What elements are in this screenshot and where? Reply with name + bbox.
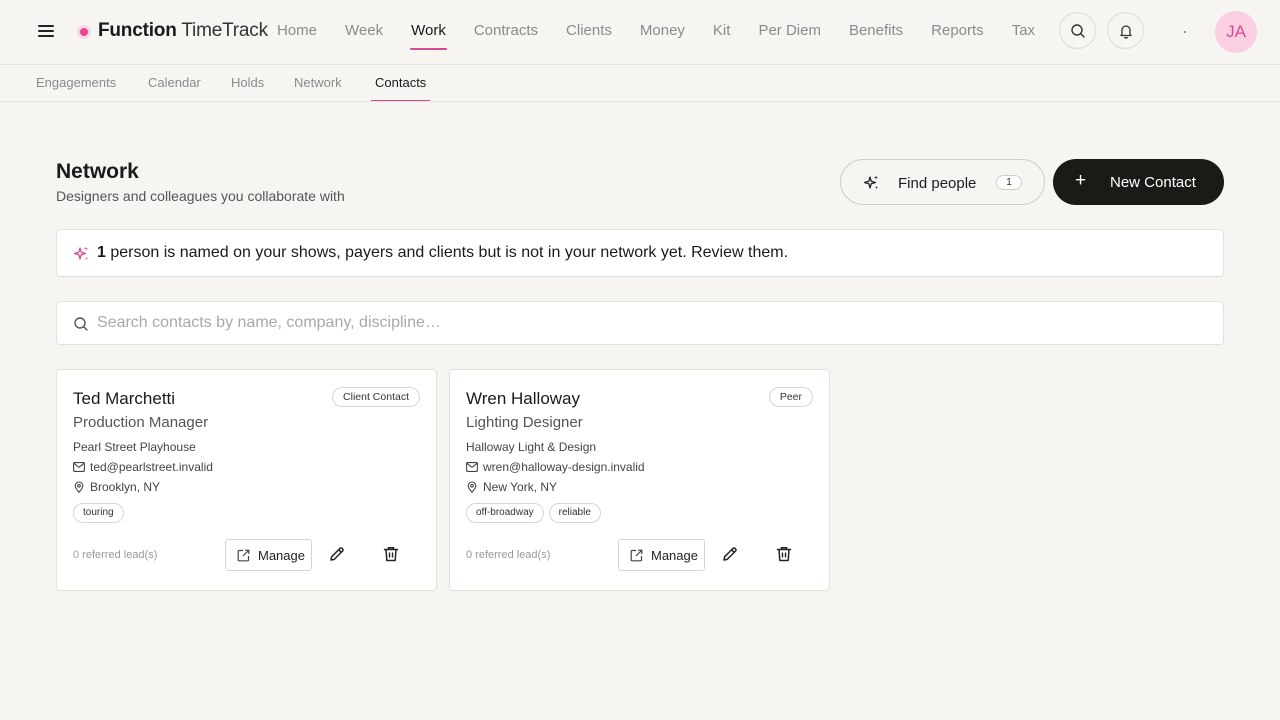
contact-company: Halloway Light & Design [466,440,597,454]
avatar[interactable]: JA [1215,11,1257,53]
banner-text: 1 person is named on your shows, payers … [97,244,788,262]
page-title: Network [56,160,139,183]
plus-icon: + [1075,170,1087,191]
brand-name-bold: Function [98,20,177,41]
nav-item-tax[interactable]: Tax [1012,22,1035,64]
trash-icon [776,547,792,562]
search-icon [74,317,88,331]
contact-type-badge: Peer [768,387,813,407]
contact-tag: reliable [548,503,601,523]
contact-location: Brooklyn, NY [90,480,161,494]
nav-item-week[interactable]: Week [345,22,383,64]
contact-type-badge: Client Contact [332,387,420,407]
banner-count: 1 [97,244,106,261]
nav-item-home[interactable]: Home [277,22,317,64]
find-people-label: Find people [898,175,977,192]
page-subtitle: Designers and colleagues you collaborate… [56,188,345,204]
contact-card[interactable]: Ted Marchetti Production Manager Client Co… [56,369,437,591]
contact-location-row: Brooklyn, NY [73,480,160,494]
trash-icon [383,547,399,562]
app-brand[interactable]: Function TimeTrack [98,20,268,42]
find-people-button[interactable]: Find people 1 [840,159,1045,205]
tab-network[interactable]: Network [294,75,342,90]
contact-tags: off-broadway reliable [466,503,601,523]
contact-card[interactable]: Wren Halloway Lighting Designer Peer Hallow… [449,369,830,591]
mail-icon [73,462,85,472]
contact-email[interactable]: wren@halloway-design.invalid [483,460,645,474]
contact-email-row: ted@pearlstreet.invalid [73,460,213,474]
contact-search [56,301,1224,345]
search-icon [1070,23,1085,38]
bell-icon [1119,24,1132,39]
mail-icon [466,462,478,472]
referred-leads-count: 0 referred lead(s) [466,549,551,561]
search-input[interactable] [97,312,1197,334]
new-contact-label: New Contact [1110,174,1196,191]
external-link-icon [237,549,250,562]
nav-item-contracts[interactable]: Contracts [474,22,538,64]
contact-tag: touring [73,503,124,523]
contact-email-row: wren@halloway-design.invalid [466,460,645,474]
nav-item-per-diem[interactable]: Per Diem [758,22,821,64]
delete-contact-button[interactable] [382,545,402,565]
separator-dot [1184,31,1186,33]
pencil-icon [723,547,737,561]
manage-button[interactable]: Manage [618,539,705,571]
banner-message: person is named on your shows, payers an… [105,244,789,261]
brand-dot [80,28,88,36]
top-bar: Function TimeTrack Home Week Work Contracts… [0,0,1280,65]
sparkles-icon [73,246,88,260]
nav-item-work[interactable]: Work [410,22,447,64]
contact-email[interactable]: ted@pearlstreet.invalid [90,460,213,474]
contact-tags: touring [73,503,124,523]
nav-item-clients[interactable]: Clients [566,22,612,64]
delete-contact-button[interactable] [775,545,795,565]
notifications-button[interactable] [1107,12,1144,49]
nav-item-money[interactable]: Money [640,22,685,64]
review-banner[interactable]: 1 person is named on your shows, payers … [56,229,1224,277]
search-button[interactable] [1059,12,1096,49]
contact-location: New York, NY [483,480,558,494]
contact-role: Lighting Designer [466,414,583,431]
contact-name: Wren Halloway [466,389,581,408]
contact-company: Pearl Street Playhouse [73,440,196,454]
location-pin-icon [467,481,477,493]
tab-holds[interactable]: Holds [231,75,264,90]
manage-button[interactable]: Manage [225,539,312,571]
tab-contacts[interactable]: Contacts [370,75,431,101]
nav-item-benefits[interactable]: Benefits [849,22,903,64]
nav-item-reports[interactable]: Reports [931,22,984,64]
location-pin-icon [74,481,84,493]
contact-location-row: New York, NY [466,480,557,494]
referred-leads-count: 0 referred lead(s) [73,549,158,561]
contact-role: Production Manager [73,414,209,431]
sparkles-icon [863,175,878,189]
brand-name-light: TimeTrack [181,20,268,41]
edit-contact-button[interactable] [721,545,741,565]
pencil-icon [330,547,344,561]
edit-contact-button[interactable] [328,545,348,565]
main-nav: Home Week Work Contracts Clients Money Kit Per … [277,22,1063,64]
contact-tag: off-broadway [466,503,544,523]
external-link-icon [630,549,643,562]
contact-name: Ted Marchetti [73,389,176,408]
new-contact-button[interactable]: + New Contact [1053,159,1224,205]
tab-engagements[interactable]: Engagements [36,75,116,90]
find-people-count-badge: 1 [996,175,1022,190]
tab-calendar[interactable]: Calendar [148,75,201,90]
manage-label: Manage [258,548,305,563]
manage-label: Manage [651,548,698,563]
sub-nav: Engagements Calendar Holds Network Contacts [0,65,1280,102]
nav-item-kit[interactable]: Kit [713,22,731,64]
menu-icon[interactable] [36,22,56,42]
